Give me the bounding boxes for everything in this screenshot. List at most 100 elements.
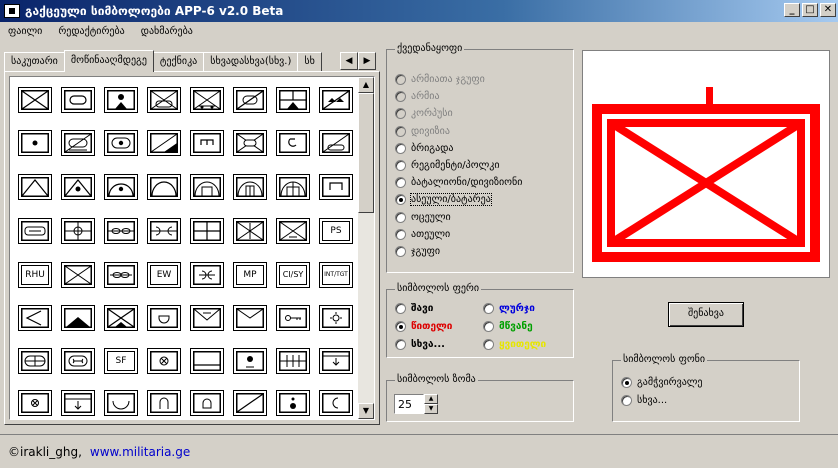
symbol-cell[interactable] <box>104 218 138 244</box>
symbol-cell[interactable] <box>190 348 224 374</box>
scroll-down-button[interactable]: ▼ <box>358 403 374 419</box>
symbol-cell[interactable] <box>18 390 52 416</box>
menu-help[interactable]: დახმარება <box>133 26 201 37</box>
tab-misc[interactable]: სხვადასხვა(სხვ.) <box>203 52 299 72</box>
symbol-cell[interactable] <box>61 348 95 374</box>
symbol-cell[interactable] <box>276 174 310 200</box>
tab-own[interactable]: საკუთარი <box>4 52 65 72</box>
symbol-cell[interactable] <box>18 174 52 200</box>
color-option[interactable]: წითელი <box>395 321 452 332</box>
symbol-cell[interactable] <box>276 218 310 244</box>
symbol-cell[interactable] <box>147 348 181 374</box>
maximize-button[interactable]: □ <box>802 3 818 17</box>
echelon-option[interactable]: ბატალიონი/დივიზიონი <box>395 177 522 189</box>
symbol-cell[interactable] <box>18 348 52 374</box>
symbol-cell[interactable] <box>61 218 95 244</box>
symbol-cell[interactable] <box>190 130 224 156</box>
symbol-cell[interactable] <box>147 305 181 331</box>
echelon-option[interactable]: ოცეული <box>395 211 451 223</box>
symbol-size-input[interactable] <box>394 394 424 414</box>
symbol-cell[interactable]: SF <box>104 348 138 374</box>
symbol-cell[interactable] <box>61 174 95 200</box>
symbol-cell[interactable] <box>233 174 267 200</box>
echelon-option[interactable]: ათეული <box>395 228 450 240</box>
symbol-cell[interactable] <box>319 174 353 200</box>
symbol-cell[interactable] <box>18 218 52 244</box>
symbol-cell[interactable] <box>61 305 95 331</box>
save-button[interactable]: შენახვა <box>668 302 744 327</box>
color-option[interactable]: მწვანე <box>483 321 533 332</box>
symbol-cell[interactable]: EW <box>147 262 181 288</box>
tab-scroll-left-button[interactable]: ◀ <box>340 52 358 70</box>
symbol-cell[interactable] <box>147 218 181 244</box>
echelon-option[interactable]: არმია <box>395 91 440 103</box>
size-up-button[interactable]: ▲ <box>424 394 438 404</box>
background-option[interactable]: სხვა... <box>621 395 667 406</box>
color-option[interactable]: შავი <box>395 303 433 314</box>
tab-scroll-right-button[interactable]: ▶ <box>358 52 376 70</box>
symbol-cell[interactable] <box>233 87 267 113</box>
symbol-cell[interactable] <box>18 130 52 156</box>
symbol-cell[interactable]: PS <box>319 218 353 244</box>
symbol-cell[interactable]: RHU <box>18 262 52 288</box>
minimize-button[interactable]: _ <box>784 3 800 17</box>
symbol-cell[interactable] <box>104 174 138 200</box>
echelon-option[interactable]: კორპუსი <box>395 108 453 120</box>
scroll-thumb[interactable] <box>358 93 374 213</box>
symbol-cell[interactable] <box>276 390 310 416</box>
symbol-cell[interactable] <box>319 87 353 113</box>
symbol-cell[interactable] <box>104 87 138 113</box>
echelon-option[interactable]: ჯგუფი <box>395 246 440 257</box>
symbol-cell[interactable] <box>190 390 224 416</box>
symbol-cell[interactable]: MP <box>233 262 267 288</box>
tab-equipment[interactable]: ტექნიკა <box>152 52 205 72</box>
symbol-cell[interactable] <box>190 87 224 113</box>
symbol-cell[interactable] <box>276 130 310 156</box>
symbol-cell[interactable] <box>319 305 353 331</box>
symbol-cell[interactable] <box>18 87 52 113</box>
symbol-cell[interactable] <box>147 130 181 156</box>
symbol-cell[interactable] <box>190 174 224 200</box>
symbol-cell[interactable] <box>104 262 138 288</box>
symbol-cell[interactable] <box>147 390 181 416</box>
menu-edit[interactable]: რედაქტირება <box>50 26 132 37</box>
symbol-cell[interactable] <box>233 130 267 156</box>
symbol-cell[interactable] <box>233 218 267 244</box>
symbol-cell[interactable] <box>319 130 353 156</box>
echelon-option[interactable]: დივიზია <box>395 125 450 137</box>
symbol-cell[interactable] <box>276 87 310 113</box>
tab-enemy[interactable]: მოწინააღმდეგე <box>63 50 154 72</box>
symbol-cell[interactable] <box>276 305 310 331</box>
tab-more[interactable]: სხ <box>297 52 322 72</box>
symbol-cell[interactable] <box>233 305 267 331</box>
symbol-cell[interactable] <box>190 305 224 331</box>
echelon-option[interactable]: რეგიმენტი/პოლკი <box>395 160 500 171</box>
symbol-cell[interactable] <box>233 348 267 374</box>
symbol-cell[interactable] <box>319 348 353 374</box>
symbol-cell[interactable] <box>233 390 267 416</box>
symbol-cell[interactable] <box>61 87 95 113</box>
title-bar[interactable]: გაქცეული სიმბოლოები APP-6 v2.0 Beta _ □ … <box>0 0 838 22</box>
color-option[interactable]: ყვითელი <box>483 339 546 350</box>
symbol-grid-scrollbar[interactable]: ▲ ▼ <box>358 77 374 419</box>
echelon-option[interactable]: ბრიგადა <box>395 142 453 154</box>
symbol-cell[interactable] <box>319 390 353 416</box>
symbol-cell[interactable] <box>61 390 95 416</box>
size-down-button[interactable]: ▼ <box>424 404 438 414</box>
symbol-cell[interactable] <box>190 218 224 244</box>
echelon-option[interactable]: ასეული/ბატარეა <box>395 193 492 207</box>
menu-file[interactable]: ფაილი <box>0 26 50 37</box>
color-option[interactable]: სხვა... <box>395 339 445 350</box>
scroll-up-button[interactable]: ▲ <box>358 77 374 93</box>
symbol-cell[interactable]: INT/TGT <box>319 262 353 288</box>
symbol-cell[interactable] <box>104 305 138 331</box>
color-option[interactable]: ლურჯი <box>483 303 535 314</box>
symbol-cell[interactable] <box>104 390 138 416</box>
symbol-cell[interactable] <box>147 174 181 200</box>
symbol-cell[interactable] <box>276 348 310 374</box>
symbol-cell[interactable] <box>61 130 95 156</box>
background-option[interactable]: გამჭვირვალე <box>621 377 703 388</box>
symbol-cell[interactable] <box>190 262 224 288</box>
symbol-cell[interactable] <box>147 87 181 113</box>
website-link[interactable]: www.militaria.ge <box>90 445 190 459</box>
